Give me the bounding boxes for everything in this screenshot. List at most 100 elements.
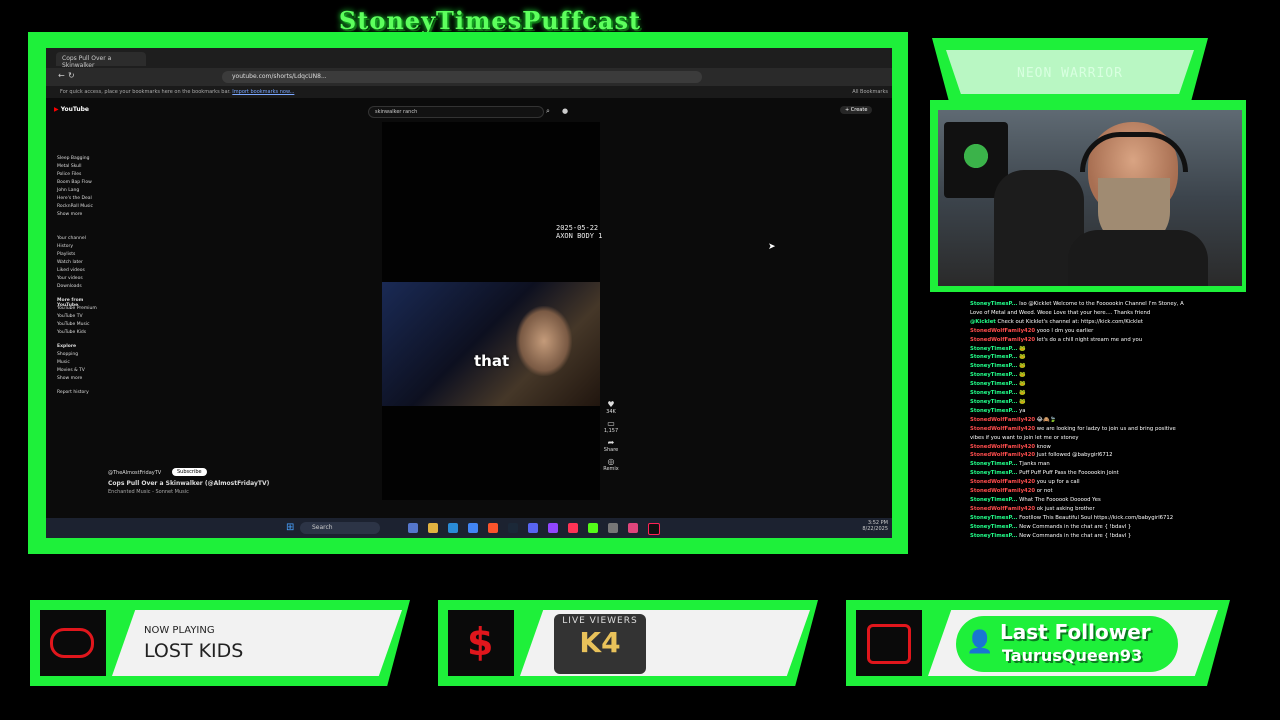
chat-username[interactable]: StoneyTimesP...: [970, 461, 1017, 467]
reload-icon[interactable]: ↻: [68, 71, 75, 80]
chat-username[interactable]: StonedWolfFamily420: [970, 444, 1035, 450]
sidebar-item[interactable]: Police Files: [57, 172, 81, 177]
chat-username[interactable]: StonedWolfFamily420: [970, 337, 1035, 343]
import-bookmarks-link[interactable]: Import bookmarks now...: [232, 89, 294, 95]
obs-icon[interactable]: [548, 523, 558, 533]
browser-tab[interactable]: Cops Pull Over a Skinwalker: [56, 52, 146, 69]
sidebar-item[interactable]: Show more: [57, 376, 82, 381]
chat-text: let's do a chill night stream me and you: [1036, 336, 1143, 343]
sidebar-item[interactable]: Downloads: [57, 284, 82, 289]
chat-username[interactable]: StonedWolfFamily420: [970, 479, 1035, 485]
sidebar-item[interactable]: Boom Bap Flow: [57, 180, 92, 185]
all-bookmarks[interactable]: All Bookmarks: [852, 89, 888, 95]
sidebar-item[interactable]: Show more: [57, 212, 82, 217]
steam-icon[interactable]: [508, 523, 518, 533]
sidebar-item[interactable]: Shopping: [57, 352, 78, 357]
chat-username[interactable]: StoneyTimesP...: [970, 381, 1017, 387]
last-follower-name: TaurusQueen93: [1002, 646, 1143, 665]
create-button[interactable]: + Create: [840, 106, 873, 114]
app2-icon[interactable]: [608, 523, 618, 533]
discord-icon[interactable]: [528, 523, 538, 533]
chat-text: 😂🙈🍃: [1036, 416, 1057, 423]
sidebar-item[interactable]: RocknRoll Music: [57, 204, 93, 209]
search-icon[interactable]: ⌕: [546, 107, 550, 116]
bookmarks-bar: For quick access, place your bookmarks h…: [46, 86, 892, 98]
chrome-icon[interactable]: [468, 523, 478, 533]
sidebar-item[interactable]: YouTube Premium: [57, 306, 97, 311]
chat-message: StoneyTimesP... 🐸: [970, 389, 1190, 398]
windows-start-icon[interactable]: ⊞: [286, 522, 294, 533]
sidebar-item[interactable]: Playlists: [57, 252, 75, 257]
chat-username[interactable]: StoneyTimesP...: [970, 470, 1017, 476]
chat-username[interactable]: StoneyTimesP...: [970, 372, 1017, 378]
chat-username[interactable]: StonedWolfFamily420: [970, 417, 1035, 423]
chat-message: StonedWolfFamily420 let's do a chill nig…: [970, 336, 1190, 345]
chat-username[interactable]: StoneyTimesP...: [970, 524, 1017, 530]
sidebar-item[interactable]: Your channel: [57, 236, 86, 241]
sidebar-item[interactable]: YouTube TV: [57, 314, 83, 319]
mic-icon[interactable]: ●: [562, 107, 568, 115]
edge-icon[interactable]: [448, 523, 458, 533]
remix-icon[interactable]: ◎: [602, 457, 620, 466]
audio-track[interactable]: Enchanted Music - Sonnet Music: [108, 489, 269, 495]
chat-username[interactable]: StonedWolfFamily420: [970, 452, 1035, 458]
chat-username[interactable]: StoneyTimesP...: [970, 497, 1017, 503]
chat-username[interactable]: StoneyTimesP...: [970, 346, 1017, 352]
chat-username[interactable]: @Kicklet: [970, 319, 996, 325]
address-bar[interactable]: youtube.com/shorts/LdqcUN8...: [222, 71, 702, 83]
chat-username[interactable]: StonedWolfFamily420: [970, 488, 1035, 494]
chat-text: you up for a call: [1036, 479, 1080, 486]
app-icon[interactable]: [568, 523, 578, 533]
chat-username[interactable]: StoneyTimesP...: [970, 390, 1017, 396]
video-title: Cops Pull Over a Skinwalker (@AlmostFrid…: [108, 480, 270, 487]
chat-username[interactable]: StoneyTimesP...: [970, 363, 1017, 369]
comment-icon[interactable]: ▭: [602, 419, 620, 428]
overlay-title: StoneyTimesPuffcast: [338, 6, 642, 35]
sidebar-item[interactable]: John Lang: [57, 188, 79, 193]
chat-username[interactable]: StonedWolfFamily420: [970, 328, 1035, 334]
kick-icon[interactable]: [588, 523, 598, 533]
like-icon[interactable]: ♥: [602, 400, 620, 409]
sidebar-item[interactable]: Here's the Deal: [57, 196, 92, 201]
clock-date: 8/22/2025: [862, 526, 888, 532]
sidebar-item[interactable]: Report history: [57, 390, 89, 395]
sidebar-item[interactable]: Liked videos: [57, 268, 85, 273]
share-icon[interactable]: ➦: [602, 438, 620, 447]
back-icon[interactable]: ←: [58, 71, 65, 80]
cam-banner-text: NEON WARRIOR: [946, 50, 1194, 94]
sidebar-item[interactable]: Watch later: [57, 260, 83, 265]
chat-username[interactable]: StoneyTimesP...: [970, 515, 1017, 521]
folder-icon[interactable]: [428, 523, 438, 533]
chat-username[interactable]: StoneyTimesP...: [970, 533, 1017, 539]
brave-icon[interactable]: [488, 523, 498, 533]
sidebar-item[interactable]: YouTube Kids: [57, 330, 86, 335]
chat-username[interactable]: StoneyTimesP...: [970, 408, 1017, 414]
search-input[interactable]: skinwalker ranch: [368, 106, 544, 118]
tiktok-icon[interactable]: [648, 523, 660, 535]
sidebar-item[interactable]: Your videos: [57, 276, 83, 281]
chat-text: 🐸: [1019, 354, 1026, 361]
dollar-icon: $: [467, 620, 494, 664]
sidebar-item[interactable]: Sleep Bagging: [57, 156, 89, 161]
app3-icon[interactable]: [628, 523, 638, 533]
chat-username[interactable]: StoneyTimesP...: [970, 399, 1017, 405]
taskbar-app-icon[interactable]: [408, 523, 418, 533]
timestamp-camera: AXON BODY 1: [556, 232, 603, 240]
chat-username[interactable]: StoneyTimesP...: [970, 354, 1017, 360]
chat-message: StonedWolfFamily420 Just followed @babyg…: [970, 451, 1190, 460]
sidebar-item[interactable]: Metal Skull: [57, 164, 82, 169]
chat-username[interactable]: StonedWolfFamily420: [970, 426, 1035, 432]
sidebar-item[interactable]: Movies & TV: [57, 368, 85, 373]
chat-message: StoneyTimesP... 🐸: [970, 380, 1190, 389]
chat-username[interactable]: StonedWolfFamily420: [970, 506, 1035, 512]
taskbar-clock[interactable]: 3:52 PM 8/22/2025: [862, 520, 888, 532]
sidebar-item[interactable]: History: [57, 244, 73, 249]
sidebar-item[interactable]: Music: [57, 360, 70, 365]
taskbar-search[interactable]: Search: [300, 522, 380, 534]
subscribe-button[interactable]: Subscribe: [172, 468, 207, 476]
last-follower-label: Last Follower: [1000, 620, 1151, 644]
search-value: skinwalker ranch: [375, 109, 418, 115]
chat-message: StonedWolfFamily420 yooo I dm you earlie…: [970, 327, 1190, 336]
sidebar-item[interactable]: YouTube Music: [57, 322, 90, 327]
chat-username[interactable]: StoneyTimesP...: [970, 301, 1017, 307]
